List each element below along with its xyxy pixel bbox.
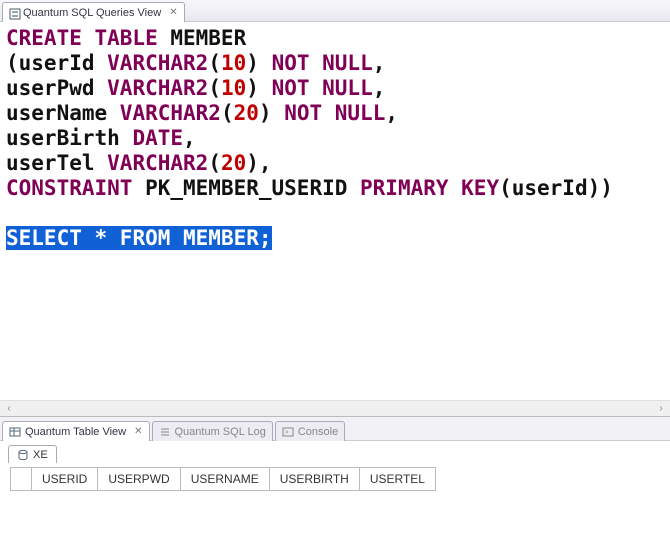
svg-text:>: > <box>285 430 289 436</box>
db-icon <box>17 448 29 460</box>
bottom-tab-quantum-sql-log[interactable]: Quantum SQL Log <box>152 421 273 441</box>
bottom-tab-label: Quantum SQL Log <box>175 426 266 438</box>
column-header[interactable]: USERPWD <box>98 468 180 491</box>
scroll-left-icon[interactable]: ‹ <box>2 403 16 414</box>
horizontal-scrollbar[interactable]: ‹ › <box>0 400 670 416</box>
bottom-tab-label: Console <box>298 426 338 438</box>
row-selector-header[interactable] <box>11 468 32 491</box>
sql-editor[interactable]: CREATE TABLE MEMBER(userId VARCHAR2(10) … <box>0 22 670 400</box>
bottom-panel: Quantum Table View ✕ Quantum SQL Log > Conso… <box>0 416 670 495</box>
bottom-tab-console[interactable]: > Console <box>275 421 345 441</box>
close-icon[interactable]: ✕ <box>169 7 177 18</box>
connection-tab-bar: XE <box>0 441 670 463</box>
connection-tab-label: XE <box>33 449 48 461</box>
table-icon <box>9 425 21 437</box>
column-header[interactable]: USERBIRTH <box>269 468 359 491</box>
scroll-right-icon[interactable]: › <box>654 403 668 414</box>
column-header[interactable]: USERNAME <box>180 468 269 491</box>
bottom-tab-quantum-table-view[interactable]: Quantum Table View ✕ <box>2 421 150 441</box>
bottom-view-tabs: Quantum Table View ✕ Quantum SQL Log > Conso… <box>0 417 670 441</box>
editor-tab-label: Quantum SQL Queries View <box>23 7 161 19</box>
bottom-tab-label: Quantum Table View <box>25 426 126 438</box>
db-query-icon <box>9 8 19 18</box>
list-icon <box>159 425 171 437</box>
editor-tab-bar: Quantum SQL Queries View ✕ <box>0 0 670 22</box>
column-header[interactable]: USERTEL <box>359 468 435 491</box>
editor-tab-active[interactable]: Quantum SQL Queries View ✕ <box>2 2 185 22</box>
console-icon: > <box>282 425 294 437</box>
close-icon[interactable]: ✕ <box>134 426 142 437</box>
connection-tab[interactable]: XE <box>8 445 57 463</box>
column-header[interactable]: USERID <box>32 468 98 491</box>
result-grid[interactable]: USERIDUSERPWDUSERNAMEUSERBIRTHUSERTEL <box>0 463 670 495</box>
